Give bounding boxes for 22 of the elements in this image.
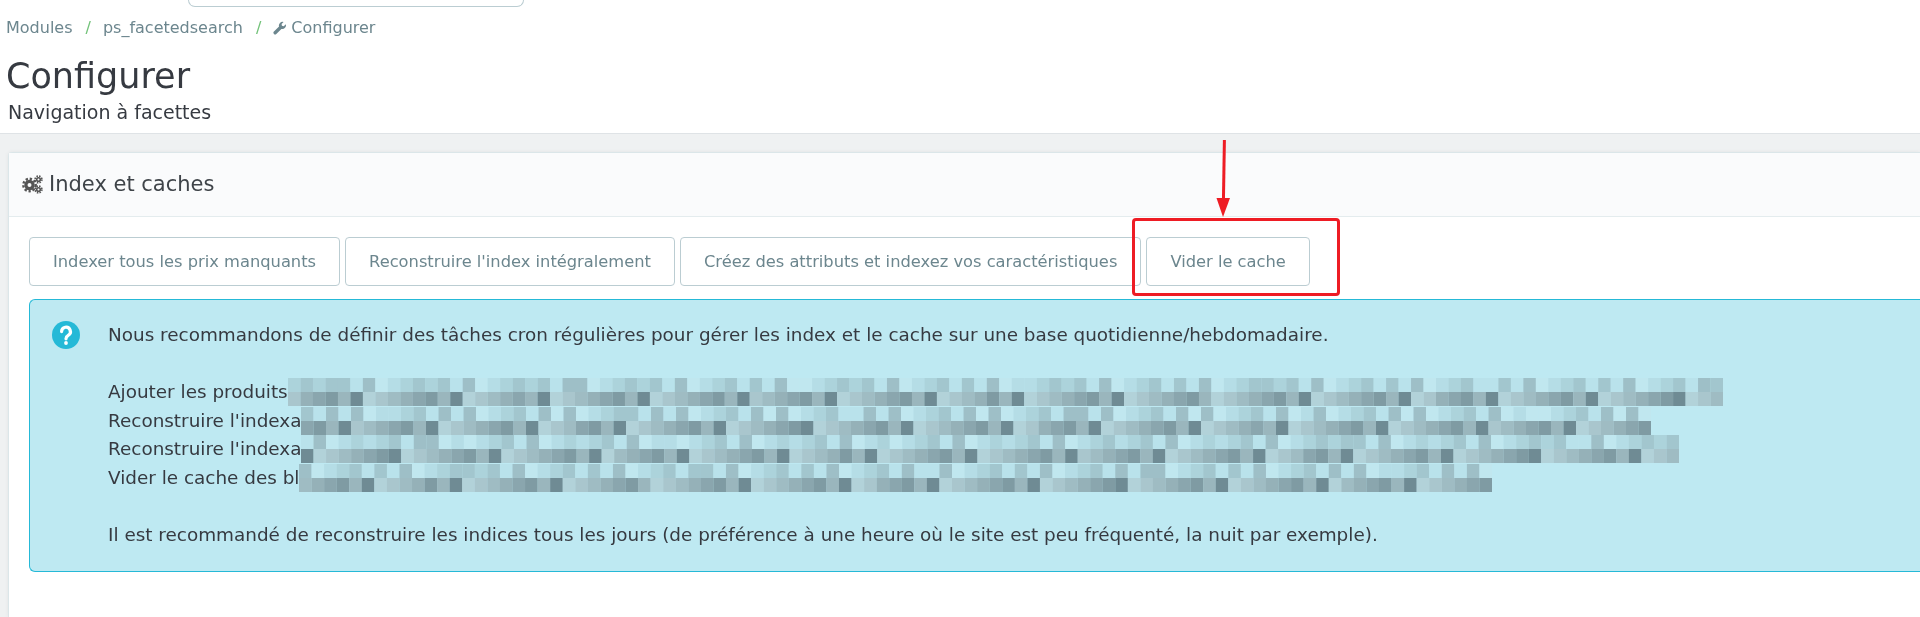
info-text: Ajouter les produits <box>108 380 288 404</box>
breadcrumb-link[interactable]: ps_facetedsearch <box>102 18 243 38</box>
page-subtitle: Navigation à facettes <box>8 101 212 123</box>
action-button[interactable]: Vider le cache <box>1146 237 1310 286</box>
info-text: Nous recommandons de définir des tâches cron régulières pour gérer les index et le cache sur une base quotidienne/hebdomadaire. <box>108 323 1329 347</box>
info-text: Vider le cache des bl <box>108 465 300 490</box>
breadcrumb-link[interactable]: Modules <box>6 18 73 38</box>
info-text: Il est recommandé de reconstruire les indices tous les jours (de préférence à une heure où le site est peu fréquenté, la nuit par exemple). <box>108 522 1378 547</box>
search-field[interactable] <box>188 0 524 7</box>
action-button[interactable]: Reconstruire l'index intégralement <box>345 237 675 286</box>
info-text: Reconstruire l'indexa <box>108 408 302 433</box>
gears-icon <box>22 175 43 194</box>
breadcrumb-separator: / <box>255 18 262 38</box>
action-button[interactable]: Indexer tous les prix manquants <box>29 237 341 286</box>
wrench-icon <box>273 21 288 35</box>
page-title: Configurer <box>6 55 191 97</box>
help-icon <box>52 321 80 349</box>
panel-title: Index et caches <box>49 171 215 198</box>
breadcrumb-current: Configurer <box>291 18 376 38</box>
action-button[interactable]: Créez des attributs et indexez vos caractéristiques <box>679 237 1142 286</box>
info-text: Reconstruire l'indexa <box>108 437 302 461</box>
breadcrumb-separator: / <box>85 18 91 38</box>
